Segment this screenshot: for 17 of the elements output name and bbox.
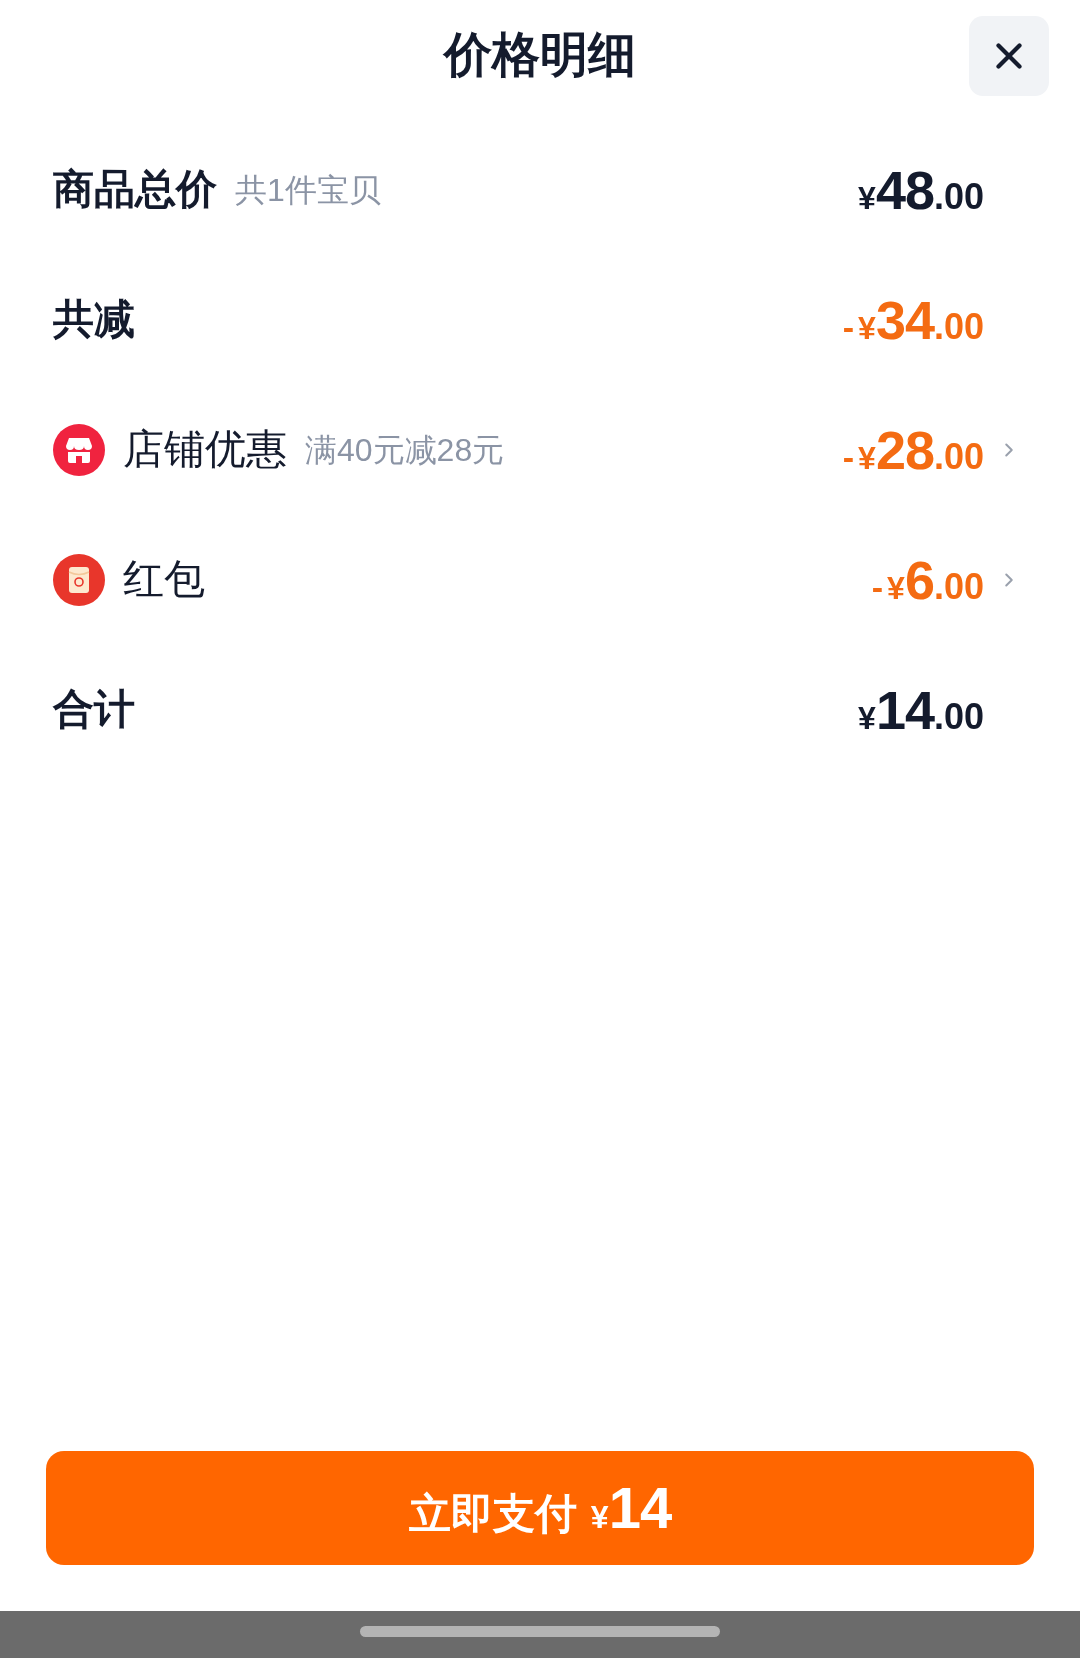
row-note: 满40元减28元 <box>305 431 505 470</box>
sheet-title: 价格明细 <box>444 31 636 79</box>
pay-now-button[interactable]: 立即支付 ¥14 <box>46 1451 1034 1565</box>
price-text: ¥14.00 <box>858 683 984 737</box>
row-label: 合计 <box>53 685 135 735</box>
row-label: 共减 <box>53 295 135 345</box>
shop-icon <box>53 424 105 476</box>
price-text: -¥28.00 <box>842 423 984 477</box>
price-text: -¥6.00 <box>871 553 984 607</box>
price-text: ¥48.00 <box>858 163 984 217</box>
row-label: 店铺优惠 <box>123 425 287 475</box>
row-label: 商品总价 <box>53 165 217 215</box>
close-button[interactable] <box>969 16 1049 96</box>
row-label: 红包 <box>123 555 205 605</box>
price-text: -¥34.00 <box>842 293 984 347</box>
row-note: 共1件宝贝 <box>235 171 381 210</box>
envelope-icon <box>53 554 105 606</box>
